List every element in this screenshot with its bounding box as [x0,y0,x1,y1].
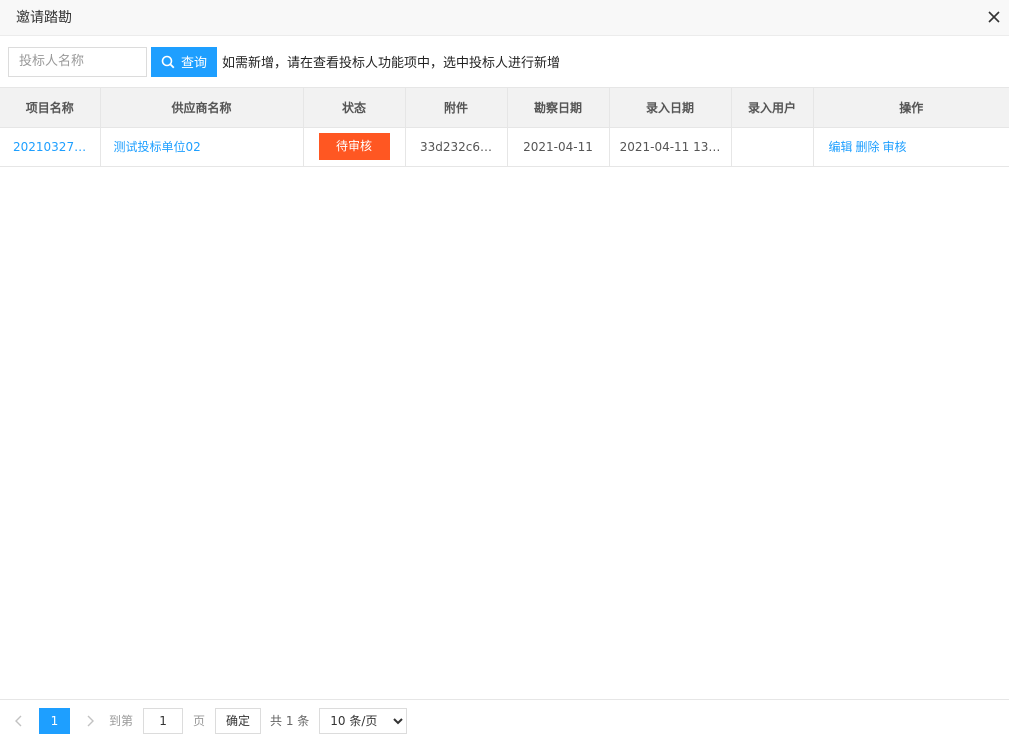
review-link[interactable]: 审核 [883,140,907,154]
column-header-project[interactable]: 项目名称 [0,88,101,128]
survey-date-cell: 2021-04-11 [507,127,610,167]
chevron-left-icon[interactable] [8,708,30,734]
dialog-header: 邀请踏勘 [0,0,1009,36]
column-header-supplier[interactable]: 供应商名称 [100,88,304,128]
goto-page-input[interactable] [143,707,184,734]
page-number-current[interactable]: 1 [39,707,70,734]
goto-label: 到第 [109,714,134,728]
search-input[interactable] [8,46,147,77]
total-count: 共 1 条 [270,714,310,728]
add-hint-text: 如需新增，请在查看投标人功能项中，选中投标人进行新增 [222,56,561,71]
delete-link[interactable]: 删除 [856,140,880,154]
pagination-bar: 1 到第 页 确定 共 1 条 10 条/页 [0,699,1009,741]
column-header-status[interactable]: 状态 [303,88,406,128]
close-icon[interactable] [985,8,1003,26]
status-cell: 待审核 [303,127,406,167]
search-toolbar: 查询 如需新增，请在查看投标人功能项中，选中投标人进行新增 [8,46,560,77]
attachment-cell[interactable]: 33d232c6… [405,127,508,167]
column-header-entry-date[interactable]: 录入日期 [609,88,732,128]
table-row: 20210327… 测试投标单位02 待审核 33d232c6… 2021-04… [0,127,1009,167]
goto-confirm-button[interactable]: 确定 [215,707,262,734]
table-header-row: 项目名称 供应商名称 状态 附件 勘察日期 录入日期 录入用户 操作 [0,88,1009,128]
actions-cell: 编辑 删除 审核 [813,127,1009,167]
edit-link[interactable]: 编辑 [829,140,853,154]
page-size-select[interactable]: 10 条/页 [319,707,408,734]
search-icon [161,55,181,69]
project-name-link[interactable]: 20210327… [0,127,101,167]
entry-date-cell: 2021-04-11 13… [609,127,732,167]
entry-user-cell [731,127,814,167]
chevron-right-icon[interactable] [79,708,101,734]
page-unit-label: 页 [193,714,206,728]
query-button[interactable]: 查询 [151,46,217,77]
column-header-survey-date[interactable]: 勘察日期 [507,88,610,128]
query-button-label: 查询 [180,56,207,71]
dialog-title: 邀请踏勘 [16,10,72,26]
column-header-attachment[interactable]: 附件 [405,88,508,128]
column-header-actions: 操作 [813,88,1009,128]
data-table: 项目名称 供应商名称 状态 附件 勘察日期 录入日期 录入用户 操作 20210… [0,87,1009,167]
status-badge: 待审核 [318,133,390,160]
supplier-name-link[interactable]: 测试投标单位02 [100,127,304,167]
column-header-entry-user[interactable]: 录入用户 [731,88,814,128]
